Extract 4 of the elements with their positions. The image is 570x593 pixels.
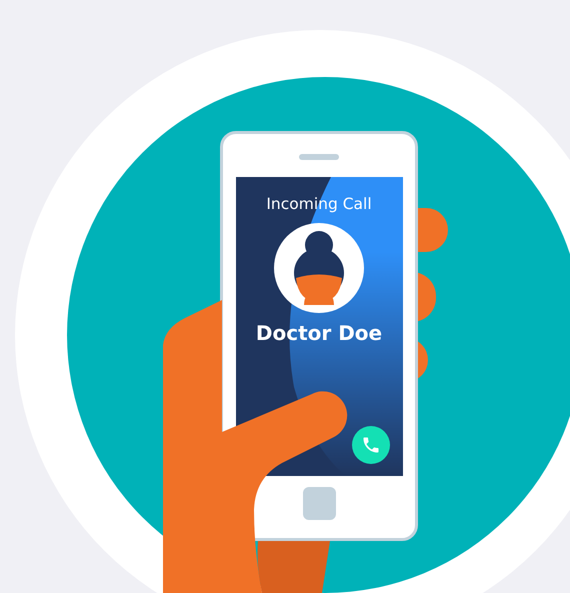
phone-speaker — [299, 154, 339, 160]
phone-icon — [360, 435, 380, 455]
avatar-icon — [274, 223, 364, 313]
caller-name: Doctor Doe — [256, 321, 382, 345]
